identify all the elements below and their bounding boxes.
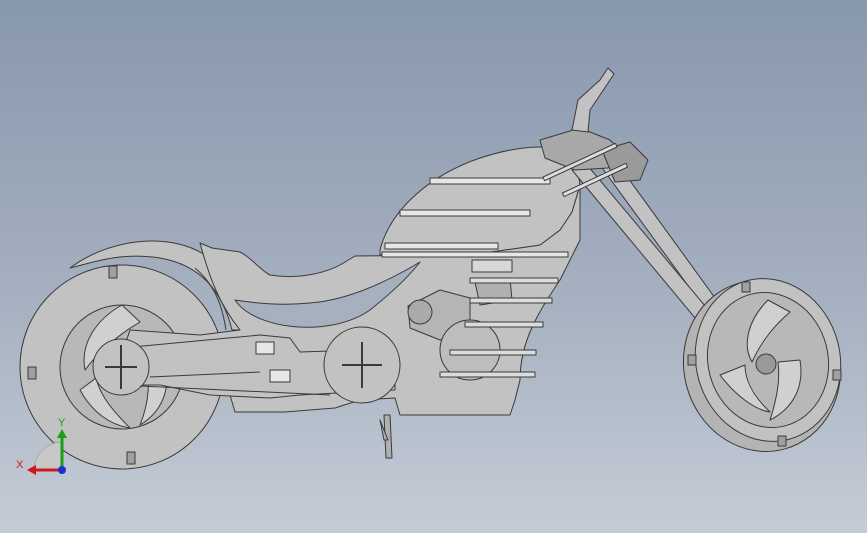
triad-base-disc	[33, 441, 63, 471]
x-axis-label: X	[16, 459, 24, 471]
motorcycle-model[interactable]	[19, 67, 860, 470]
y-axis-label: Y	[58, 417, 66, 429]
cad-viewport[interactable]	[0, 0, 867, 533]
handlebar[interactable]	[571, 67, 615, 133]
coordinate-triad: X Y	[16, 417, 67, 475]
z-axis-dot	[58, 466, 66, 474]
